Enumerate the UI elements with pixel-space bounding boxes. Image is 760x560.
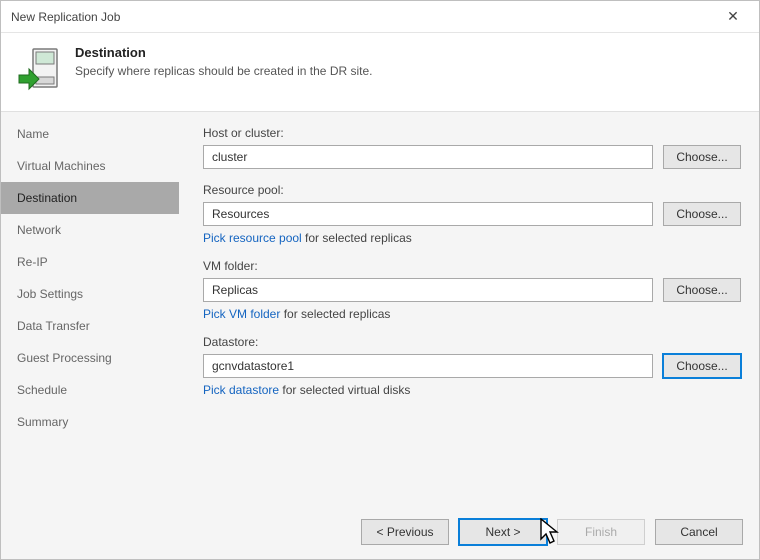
host-block: Host or cluster: Choose... — [203, 126, 741, 169]
pool-link-line: Pick resource pool for selected replicas — [203, 231, 741, 245]
page-subtitle: Specify where replicas should be created… — [75, 64, 373, 78]
step-re-ip[interactable]: Re-IP — [1, 246, 179, 278]
folder-choose-button[interactable]: Choose... — [663, 278, 741, 302]
host-label: Host or cluster: — [203, 126, 741, 140]
step-destination[interactable]: Destination — [1, 182, 179, 214]
pool-label: Resource pool: — [203, 183, 741, 197]
datastore-label: Datastore: — [203, 335, 741, 349]
wizard-header: Destination Specify where replicas shoul… — [1, 33, 759, 112]
main-panel: Host or cluster: Choose... Resource pool… — [179, 112, 759, 509]
folder-input[interactable] — [203, 278, 653, 302]
page-title: Destination — [75, 45, 373, 60]
pick-vm-folder-link[interactable]: Pick VM folder — [203, 307, 280, 321]
step-data-transfer[interactable]: Data Transfer — [1, 310, 179, 342]
datastore-link-tail: for selected virtual disks — [279, 383, 410, 397]
pool-choose-button[interactable]: Choose... — [663, 202, 741, 226]
datastore-block: Datastore: Choose... Pick datastore for … — [203, 335, 741, 397]
pick-resource-pool-link[interactable]: Pick resource pool — [203, 231, 302, 245]
destination-icon — [17, 45, 63, 91]
next-button[interactable]: Next > — [459, 519, 547, 545]
wizard-window: New Replication Job ✕ Destination Specif… — [0, 0, 760, 560]
step-virtual-machines[interactable]: Virtual Machines — [1, 150, 179, 182]
previous-button[interactable]: < Previous — [361, 519, 449, 545]
step-schedule[interactable]: Schedule — [1, 374, 179, 406]
step-name[interactable]: Name — [1, 118, 179, 150]
datastore-input[interactable] — [203, 354, 653, 378]
step-job-settings[interactable]: Job Settings — [1, 278, 179, 310]
step-guest-processing[interactable]: Guest Processing — [1, 342, 179, 374]
step-summary[interactable]: Summary — [1, 406, 179, 438]
wizard-body: Name Virtual Machines Destination Networ… — [1, 112, 759, 509]
cancel-button[interactable]: Cancel — [655, 519, 743, 545]
host-input[interactable] — [203, 145, 653, 169]
pool-block: Resource pool: Choose... Pick resource p… — [203, 183, 741, 245]
datastore-choose-button[interactable]: Choose... — [663, 354, 741, 378]
folder-block: VM folder: Choose... Pick VM folder for … — [203, 259, 741, 321]
pool-link-tail: for selected replicas — [302, 231, 412, 245]
pick-datastore-link[interactable]: Pick datastore — [203, 383, 279, 397]
host-choose-button[interactable]: Choose... — [663, 145, 741, 169]
finish-button: Finish — [557, 519, 645, 545]
close-icon[interactable]: ✕ — [717, 8, 749, 25]
window-title: New Replication Job — [11, 10, 717, 24]
folder-link-tail: for selected replicas — [280, 307, 390, 321]
wizard-footer: < Previous Next > Finish Cancel — [1, 509, 759, 559]
step-network[interactable]: Network — [1, 214, 179, 246]
datastore-link-line: Pick datastore for selected virtual disk… — [203, 383, 741, 397]
pool-input[interactable] — [203, 202, 653, 226]
titlebar: New Replication Job ✕ — [1, 1, 759, 33]
folder-link-line: Pick VM folder for selected replicas — [203, 307, 741, 321]
folder-label: VM folder: — [203, 259, 741, 273]
wizard-steps: Name Virtual Machines Destination Networ… — [1, 112, 179, 509]
